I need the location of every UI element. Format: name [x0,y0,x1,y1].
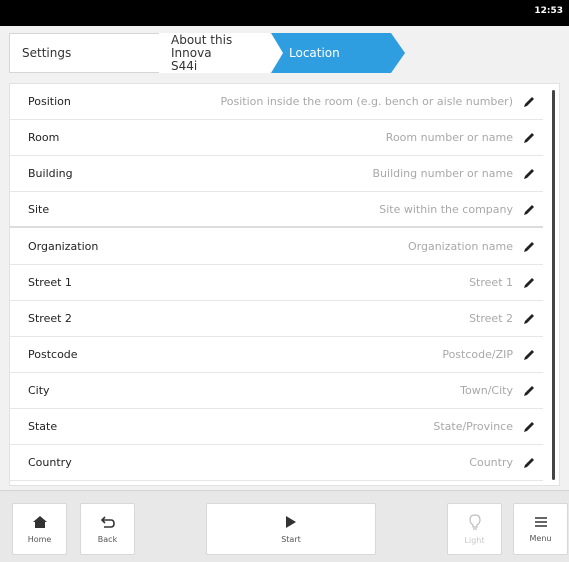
field-label: City [28,384,50,397]
field-label: Postcode [28,348,78,361]
scrollbar[interactable] [552,90,555,480]
field-building[interactable]: Building Building number or name [10,156,543,192]
breadcrumb-settings-label: Settings [22,46,72,60]
field-city[interactable]: City Town/City [10,373,543,409]
pencil-icon[interactable] [522,95,536,109]
field-site[interactable]: Site Site within the company [10,192,543,228]
pencil-icon[interactable] [522,240,536,254]
breadcrumb-about-line1: About this Innova [171,32,233,60]
field-street-1[interactable]: Street 1 Street 1 [10,265,543,301]
breadcrumb-about-device[interactable]: About this Innova S44i [159,32,283,73]
location-form: Position Position inside the room (e.g. … [9,83,560,486]
field-label: Building [28,167,73,180]
field-placeholder: Room number or name [385,131,513,144]
field-placeholder: Postcode/ZIP [442,348,513,361]
field-organization[interactable]: Organization Organization name [10,229,543,265]
field-placeholder: Street 1 [469,276,513,289]
pencil-icon[interactable] [522,348,536,362]
light-label: Light [464,535,485,545]
pencil-icon[interactable] [522,384,536,398]
field-room[interactable]: Room Room number or name [10,120,543,156]
field-label: Street 2 [28,312,72,325]
menu-label: Menu [529,533,552,543]
lightbulb-icon [468,513,481,530]
bottom-toolbar: Home Back Start Light Menu [0,490,569,562]
field-placeholder: Building number or name [372,167,514,180]
pencil-icon[interactable] [522,203,536,217]
field-label: Position [28,95,71,108]
pencil-icon[interactable] [522,131,536,145]
menu-icon [534,516,547,527]
play-icon [286,515,296,528]
pencil-icon[interactable] [522,167,536,181]
home-icon [32,515,47,528]
field-placeholder: Town/City [460,384,513,397]
field-country[interactable]: Country Country [10,445,543,481]
field-placeholder: Country [469,456,513,469]
back-button[interactable]: Back [80,503,135,555]
breadcrumb-location-label: Location [289,46,340,60]
field-placeholder: Organization name [407,240,513,253]
field-postcode[interactable]: Postcode Postcode/ZIP [10,337,543,373]
field-placeholder: Street 2 [469,312,513,325]
light-button[interactable]: Light [447,503,502,555]
field-label: Country [28,456,72,469]
back-label: Back [97,534,118,544]
field-position[interactable]: Position Position inside the room (e.g. … [10,84,543,120]
breadcrumb-about-line2: S44i [171,58,198,73]
start-button[interactable]: Start [206,503,376,555]
breadcrumb: Settings About this Innova S44i Location [9,33,560,73]
home-label: Home [27,534,52,544]
pencil-icon[interactable] [522,312,536,326]
field-state[interactable]: State State/Province [10,409,543,445]
breadcrumb-location: Location [271,33,405,73]
field-label: State [28,420,58,433]
back-icon [100,515,115,528]
home-button[interactable]: Home [12,503,67,555]
field-label: Site [28,202,50,216]
breadcrumb-settings[interactable]: Settings [9,33,159,73]
status-time: 12:53 [534,6,563,16]
field-label: Organization [28,240,99,253]
start-label: Start [281,534,301,544]
field-label: Street 1 [28,276,72,289]
field-placeholder: Site within the company [379,202,513,216]
pencil-icon[interactable] [522,276,536,290]
status-bar: 12:53 [0,0,569,26]
menu-button[interactable]: Menu [513,503,568,555]
field-street-2[interactable]: Street 2 Street 2 [10,301,543,337]
field-label: Room [28,131,60,144]
pencil-icon[interactable] [522,456,536,470]
pencil-icon[interactable] [522,420,536,434]
field-placeholder: State/Province [433,420,513,433]
field-placeholder: Position inside the room (e.g. bench or … [220,95,513,108]
